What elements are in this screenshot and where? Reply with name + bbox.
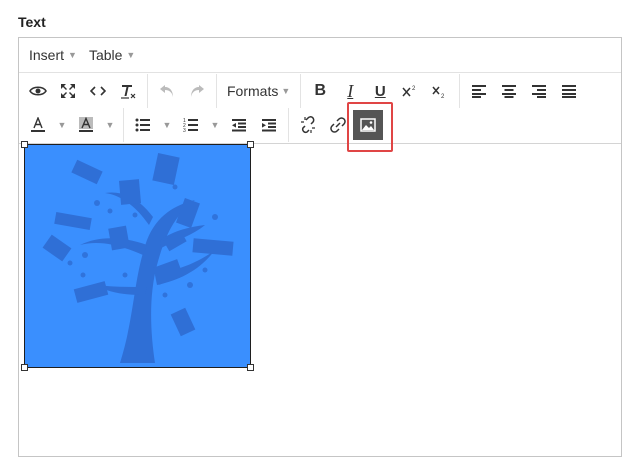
subscript-icon: 2 [432,86,445,98]
text-color-button[interactable] [23,111,53,139]
fullscreen-icon [61,84,75,98]
bullet-list-split-button: ▼ [128,111,176,139]
toolbar-row-1: Formats ▼ B I U 2 2 [19,74,621,108]
svg-text:3: 3 [183,128,186,133]
text-color-split-button: ▼ [23,111,71,139]
svg-text:2: 2 [441,94,445,98]
bullet-list-dropdown[interactable]: ▼ [158,111,176,139]
toolbar-group-align [460,74,588,108]
align-center-button[interactable] [494,77,524,105]
inserted-image-selection[interactable] [21,141,254,371]
chevron-down-icon: ▼ [68,50,77,60]
background-color-button[interactable] [71,111,101,139]
superscript-button[interactable]: 2 [395,77,425,105]
numbered-list-split-button: 123 ▼ [176,111,224,139]
formats-label: Formats [227,83,279,99]
preview-icon [29,86,47,96]
source-code-button[interactable] [83,77,113,105]
italic-label: I [347,80,354,101]
resize-handle-top-right[interactable] [247,141,254,148]
bold-button[interactable]: B [305,77,335,105]
toolbar-group-history [148,74,217,108]
align-left-button[interactable] [464,77,494,105]
align-left-icon [472,85,487,98]
fullscreen-button[interactable] [53,77,83,105]
rich-text-editor: Insert ▼ Table ▼ Formats ▼ B I U 2 2 ▼ ▼… [18,37,622,457]
undo-icon [160,85,173,97]
menu-insert[interactable]: Insert ▼ [23,42,83,68]
resize-handle-bottom-right[interactable] [247,364,254,371]
toolbar-group-lists: ▼ 123 ▼ [124,108,289,142]
indent-icon [262,119,276,132]
resize-handle-bottom-left[interactable] [21,364,28,371]
preview-button[interactable] [23,77,53,105]
toolbar-group-view [19,74,148,108]
numbered-list-dropdown[interactable]: ▼ [206,111,224,139]
toolbar: Formats ▼ B I U 2 2 ▼ ▼ ▼ 1 2 3 ▼ [19,73,621,144]
italic-button[interactable]: I [335,77,365,105]
bullet-list-button[interactable] [128,111,158,139]
undo-button[interactable] [152,77,182,105]
numbered-list-icon: 123 [183,118,198,133]
toolbar-group-formats: Formats ▼ [217,74,302,108]
link-icon [330,117,346,133]
field-label: Text [18,14,46,30]
unlink-icon [301,116,315,134]
clear-formatting-button[interactable] [113,77,143,105]
source-code-icon [90,86,106,96]
tree-of-books-image[interactable] [24,144,251,368]
toolbar-row-2: ▼ ▼ ▼ 123 ▼ [19,108,621,142]
menubar: Insert ▼ Table ▼ [19,38,621,73]
editor-content-area[interactable] [19,141,621,456]
toolbar-group-colors: ▼ ▼ [19,108,124,142]
superscript-icon: 2 [402,86,416,97]
image-button-highlight [347,102,393,152]
underline-label: U [374,82,386,100]
svg-text:2: 2 [412,86,416,92]
background-color-dropdown[interactable]: ▼ [101,111,119,139]
align-justify-icon [562,85,577,98]
underline-button[interactable]: U [365,77,395,105]
text-color-dropdown[interactable]: ▼ [53,111,71,139]
text-color-icon [31,117,45,132]
align-right-icon [532,85,547,98]
formats-dropdown[interactable]: Formats ▼ [221,77,296,105]
clear-formatting-icon [121,85,136,99]
redo-button[interactable] [182,77,212,105]
chevron-down-icon: ▼ [281,86,291,96]
numbered-list-button[interactable]: 123 [176,111,206,139]
menu-table[interactable]: Table ▼ [83,42,141,68]
redo-icon [191,85,204,97]
bullet-list-icon [135,118,150,132]
background-color-icon [79,117,93,132]
outdent-icon [232,119,246,132]
align-center-icon [502,85,517,98]
resize-handle-top-left[interactable] [21,141,28,148]
subscript-button[interactable]: 2 [425,77,455,105]
align-right-button[interactable] [524,77,554,105]
chevron-down-icon: ▼ [126,50,136,60]
unlink-button[interactable] [293,111,323,139]
outdent-button[interactable] [224,111,254,139]
indent-button[interactable] [254,111,284,139]
background-color-split-button: ▼ [71,111,119,139]
menu-insert-label: Insert [29,47,65,63]
align-justify-button[interactable] [554,77,584,105]
tree-of-books-art [42,153,234,363]
menu-table-label: Table [88,47,123,63]
